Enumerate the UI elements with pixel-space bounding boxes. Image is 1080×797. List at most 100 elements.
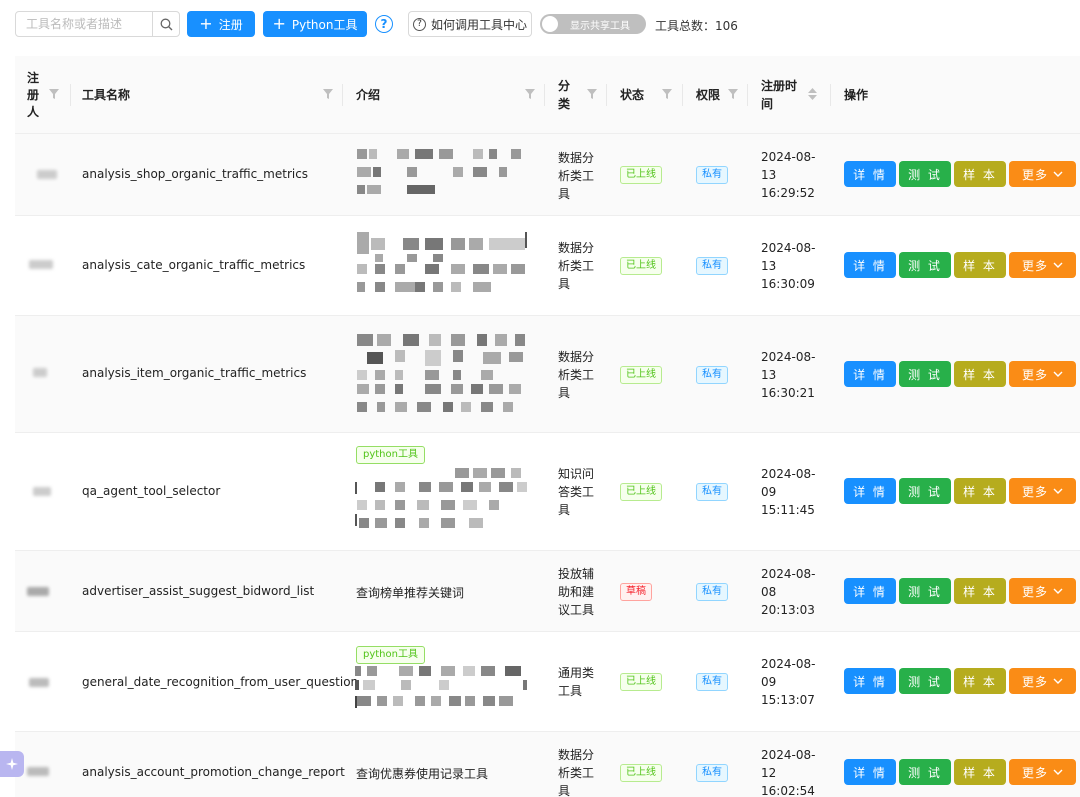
sample-button[interactable]: 样 本 <box>954 161 1006 187</box>
tool-name[interactable]: qa_agent_tool_selector <box>82 484 220 498</box>
category-line: 析类工 <box>558 766 595 780</box>
category-line: 具 <box>558 784 571 797</box>
category-line: 析类工 <box>558 368 595 382</box>
detail-button[interactable]: 详 情 <box>844 161 896 187</box>
tools-table: 注册人 工具名称 介绍 分类 状态 权限 注册时间 操作 analysis_sh… <box>15 56 1080 797</box>
search-button[interactable] <box>152 12 179 36</box>
column-intro: 介绍 <box>356 56 380 134</box>
tool-name[interactable]: advertiser_assist_suggest_bidword_list <box>82 584 314 598</box>
test-button[interactable]: 测 试 <box>899 759 951 785</box>
filter-icon[interactable] <box>49 89 59 99</box>
registrant-avatar-redacted <box>33 487 51 496</box>
tool-name[interactable]: analysis_shop_organic_traffic_metrics <box>82 167 308 181</box>
time-clock: 16:30:21 <box>761 386 815 400</box>
detail-button[interactable]: 详 情 <box>844 478 896 504</box>
registrant-avatar-redacted <box>37 170 57 179</box>
more-button[interactable]: 更多 <box>1009 759 1076 785</box>
row-actions: 详 情测 试样 本更多 <box>844 759 1076 785</box>
table-row: analysis_item_organic_traffic_metrics 数据… <box>15 316 1080 433</box>
category-line: 数据分 <box>558 151 595 165</box>
chevron-down-icon <box>1053 678 1063 684</box>
test-button[interactable]: 测 试 <box>899 478 951 504</box>
time-day: 12 <box>761 766 777 780</box>
help-icon[interactable]: ? <box>375 15 393 33</box>
more-button[interactable]: 更多 <box>1009 668 1076 694</box>
sample-button[interactable]: 样 本 <box>954 252 1006 278</box>
how-to-call-button[interactable]: ? 如何调用工具中心 <box>408 11 532 37</box>
floating-assistant-button[interactable] <box>0 751 24 777</box>
tool-name[interactable]: analysis_account_promotion_change_report <box>82 765 345 779</box>
status-badge: 已上线 <box>620 366 662 384</box>
more-button[interactable]: 更多 <box>1009 161 1076 187</box>
test-button[interactable]: 测 试 <box>899 361 951 387</box>
detail-button[interactable]: 详 情 <box>844 578 896 604</box>
test-button[interactable]: 测 试 <box>899 252 951 278</box>
sample-button[interactable]: 样 本 <box>954 578 1006 604</box>
sort-icon[interactable] <box>808 88 817 100</box>
column-category-label: 分类 <box>558 79 571 111</box>
registrant-avatar-redacted <box>27 767 49 776</box>
category-line: 析类工 <box>558 259 595 273</box>
sample-button[interactable]: 样 本 <box>954 759 1006 785</box>
category-text: 投放辅 助和建 议工具 <box>558 565 602 619</box>
category-text: 数据分 析类工具 <box>558 239 602 293</box>
detail-button[interactable]: 详 情 <box>844 361 896 387</box>
register-button[interactable]: + 注册 <box>187 11 255 37</box>
column-permission: 权限 <box>696 56 720 134</box>
chevron-down-icon <box>1053 171 1063 177</box>
column-actions: 操作 <box>844 56 868 134</box>
filter-icon[interactable] <box>525 89 535 99</box>
filter-icon[interactable] <box>587 89 597 99</box>
time-clock: 15:13:07 <box>761 693 815 707</box>
category-text: 数据分 析类工具 <box>558 149 602 203</box>
search-box <box>15 11 180 37</box>
test-button[interactable]: 测 试 <box>899 578 951 604</box>
filter-icon[interactable] <box>662 89 672 99</box>
category-text: 通用类 工具 <box>558 664 602 700</box>
status-badge: 已上线 <box>620 483 662 501</box>
sample-button[interactable]: 样 本 <box>954 478 1006 504</box>
category-line: 析类工 <box>558 169 595 183</box>
permission-badge: 私有 <box>696 257 728 275</box>
python-tool-label: Python工具 <box>291 17 358 32</box>
permission-badge: 私有 <box>696 166 728 184</box>
time-date: 2024-08- <box>761 657 816 671</box>
intro-redacted <box>355 334 530 416</box>
header-divider <box>682 84 683 106</box>
python-tool-button[interactable]: + Python工具 <box>263 11 367 37</box>
category-line: 工具 <box>558 684 583 698</box>
row-actions: 详 情测 试样 本更多 <box>844 161 1076 187</box>
detail-button[interactable]: 详 情 <box>844 759 896 785</box>
row-actions: 详 情测 试样 本更多 <box>844 668 1076 694</box>
sample-button[interactable]: 样 本 <box>954 361 1006 387</box>
permission-badge: 私有 <box>696 583 728 601</box>
status-badge: 已上线 <box>620 673 662 691</box>
plus-icon: + <box>272 13 286 33</box>
test-button[interactable]: 测 试 <box>899 668 951 694</box>
chevron-down-icon <box>1053 588 1063 594</box>
permission-badge: 私有 <box>696 764 728 782</box>
more-button[interactable]: 更多 <box>1009 252 1076 278</box>
more-label: 更多 <box>1021 584 1048 599</box>
more-button[interactable]: 更多 <box>1009 478 1076 504</box>
time-date: 2024-08- <box>761 350 816 364</box>
category-line: 通用类 <box>558 666 595 680</box>
detail-button[interactable]: 详 情 <box>844 252 896 278</box>
more-button[interactable]: 更多 <box>1009 578 1076 604</box>
more-button[interactable]: 更多 <box>1009 361 1076 387</box>
chevron-down-icon <box>1053 488 1063 494</box>
search-input[interactable] <box>16 12 152 36</box>
header-divider <box>747 84 748 106</box>
how-to-label: 如何调用工具中心 <box>430 17 527 32</box>
show-shared-toggle[interactable]: 显示共享工具 <box>540 14 646 34</box>
filter-icon[interactable] <box>323 89 333 99</box>
test-button[interactable]: 测 试 <box>899 161 951 187</box>
detail-button[interactable]: 详 情 <box>844 668 896 694</box>
sample-button[interactable]: 样 本 <box>954 668 1006 694</box>
table-row: advertiser_assist_suggest_bidword_list 查… <box>15 551 1080 632</box>
tool-name[interactable]: analysis_cate_organic_traffic_metrics <box>82 258 305 272</box>
row-actions: 详 情测 试样 本更多 <box>844 252 1076 278</box>
tool-name[interactable]: general_date_recognition_from_user_quest… <box>82 675 358 689</box>
filter-icon[interactable] <box>728 89 738 99</box>
tool-name[interactable]: analysis_item_organic_traffic_metrics <box>82 366 306 380</box>
